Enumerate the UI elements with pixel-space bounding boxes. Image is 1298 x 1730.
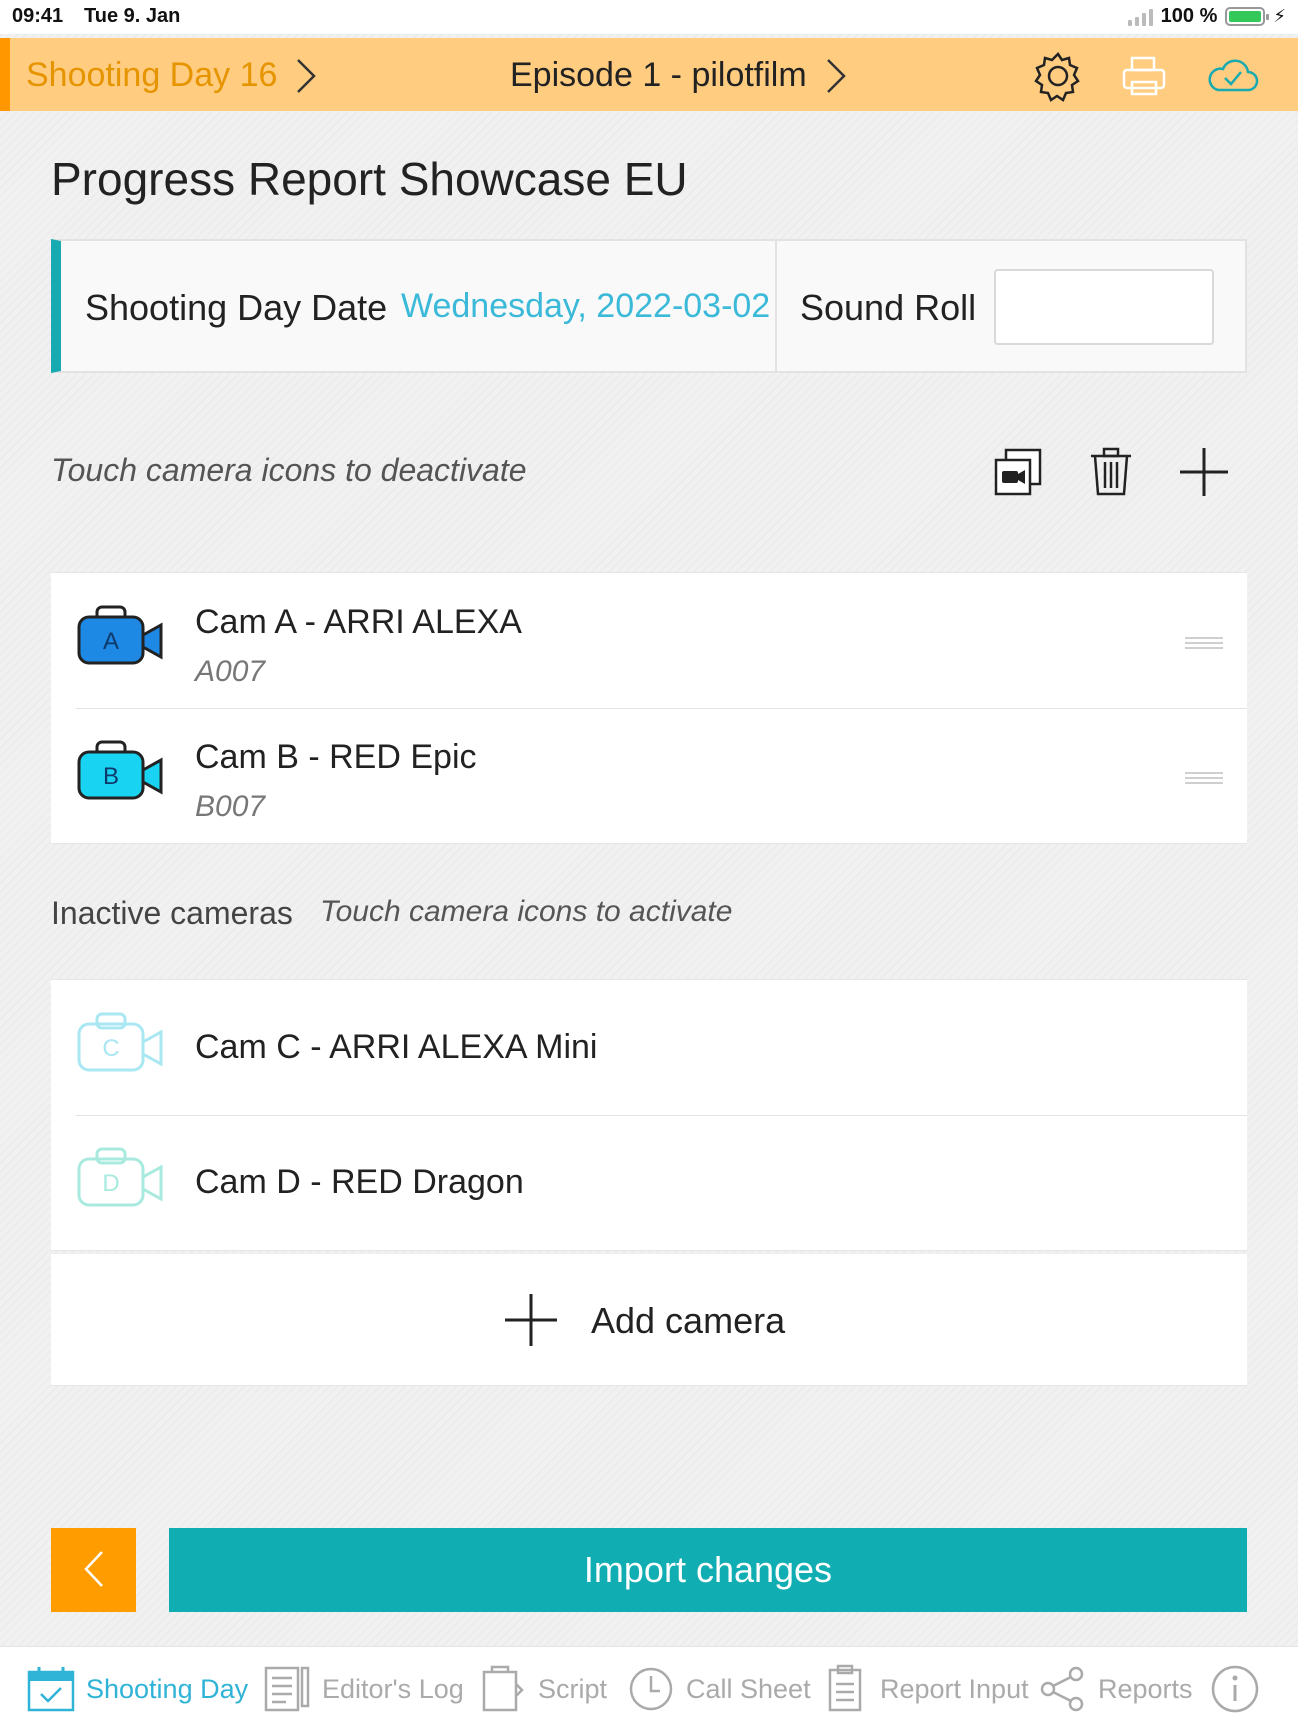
svg-text:A: A xyxy=(103,628,119,655)
status-bar: 09:41 Tue 9. Jan 100 % ⚡ xyxy=(0,0,1298,34)
tab-report-input[interactable]: Report Input xyxy=(820,1661,1029,1717)
back-button[interactable] xyxy=(51,1528,136,1612)
add-camera-button[interactable]: Add camera xyxy=(51,1254,1247,1386)
active-camera-list: A Cam A - ARRI ALEXA A007 B Cam B - RED … xyxy=(51,572,1247,844)
card-divider xyxy=(775,241,777,371)
notepad-icon xyxy=(264,1666,310,1712)
chevron-right-icon xyxy=(826,58,846,93)
printer-icon[interactable] xyxy=(1116,48,1172,104)
tab-label: Shooting Day xyxy=(86,1673,249,1704)
tab-label: Script xyxy=(538,1673,608,1704)
shooting-day-selector[interactable]: Shooting Day 16 xyxy=(26,56,317,95)
deactivate-hint: Touch camera icons to deactivate xyxy=(51,452,527,488)
camera-name: Cam B - RED Epic xyxy=(195,738,477,776)
tab-label: Reports xyxy=(1098,1673,1193,1704)
camera-d-icon[interactable]: D xyxy=(73,1145,169,1217)
signal-icon xyxy=(1127,8,1153,26)
svg-text:B: B xyxy=(103,763,119,790)
svg-text:D: D xyxy=(102,1170,119,1197)
tab-editors-log[interactable]: Editor's Log xyxy=(262,1661,464,1717)
inactive-cameras-label: Inactive cameras xyxy=(51,895,293,931)
page-title: Progress Report Showcase EU xyxy=(51,153,688,205)
tab-bar: Shooting Day Editor's Log Script Call Sh… xyxy=(0,1646,1298,1730)
svg-text:C: C xyxy=(102,1035,119,1062)
battery-icon xyxy=(1225,7,1270,26)
sound-roll-label: Sound Roll xyxy=(800,287,977,328)
drag-handle-icon[interactable] xyxy=(1185,637,1223,649)
tab-info[interactable] xyxy=(1210,1661,1260,1717)
inactive-camera-list: C Cam C - ARRI ALEXA Mini D Cam D - RED … xyxy=(51,979,1247,1251)
copy-camera-icon[interactable] xyxy=(990,444,1046,500)
chevron-left-icon xyxy=(83,1550,103,1587)
camera-name: Cam D - RED Dragon xyxy=(195,1163,524,1201)
calendar-check-icon xyxy=(27,1667,75,1712)
tab-script[interactable]: Script xyxy=(478,1661,607,1717)
tab-label: Editor's Log xyxy=(322,1673,464,1704)
camera-roll: B007 xyxy=(195,790,266,823)
shooting-day-label: Shooting Day 16 xyxy=(26,56,278,94)
clock-icon xyxy=(629,1667,673,1711)
script-icon xyxy=(482,1665,524,1712)
tab-label: Call Sheet xyxy=(686,1673,811,1704)
camera-c-icon[interactable]: C xyxy=(73,1010,169,1082)
list-item[interactable]: B Cam B - RED Epic B007 xyxy=(51,708,1247,843)
clipboard-icon xyxy=(828,1664,862,1712)
drag-handle-icon[interactable] xyxy=(1185,772,1223,784)
episode-selector[interactable]: Episode 1 - pilotfilm xyxy=(510,56,847,95)
trash-icon[interactable] xyxy=(1083,444,1139,500)
import-changes-button[interactable]: Import changes xyxy=(169,1528,1247,1612)
tab-label: Report Input xyxy=(880,1673,1029,1704)
header-bar: Shooting Day 16 Episode 1 - pilotfilm xyxy=(0,38,1298,111)
tab-shooting-day[interactable]: Shooting Day xyxy=(26,1661,248,1717)
tab-call-sheet[interactable]: Call Sheet xyxy=(626,1661,811,1717)
status-time: 09:41 xyxy=(12,5,64,27)
charging-icon: ⚡ xyxy=(1273,6,1286,26)
shooting-day-date-card: Shooting Day Date Wednesday, 2022-03-02 … xyxy=(51,239,1247,373)
cloud-check-icon[interactable] xyxy=(1204,48,1260,104)
episode-label: Episode 1 - pilotfilm xyxy=(510,56,807,94)
status-right: 100 % ⚡ xyxy=(1127,5,1286,28)
list-item[interactable]: A Cam A - ARRI ALEXA A007 xyxy=(51,573,1247,708)
battery-percent: 100 % xyxy=(1160,5,1218,27)
camera-a-icon[interactable]: A xyxy=(73,603,169,675)
shooting-day-date-label: Shooting Day Date xyxy=(85,287,388,328)
tab-reports[interactable]: Reports xyxy=(1038,1661,1193,1717)
status-date: Tue 9. Jan xyxy=(84,5,181,27)
camera-roll: A007 xyxy=(195,655,266,688)
info-icon xyxy=(1211,1665,1259,1713)
camera-name: Cam C - ARRI ALEXA Mini xyxy=(195,1028,598,1066)
add-camera-plus-icon[interactable] xyxy=(1176,444,1232,500)
plus-icon xyxy=(505,1294,557,1346)
camera-b-icon[interactable]: B xyxy=(73,738,169,810)
gear-icon[interactable] xyxy=(1030,48,1086,104)
sound-roll-input[interactable] xyxy=(994,269,1214,345)
chevron-right-icon xyxy=(297,58,317,93)
list-item[interactable]: D Cam D - RED Dragon xyxy=(51,1115,1247,1250)
shooting-day-date-value[interactable]: Wednesday, 2022-03-02 xyxy=(401,287,770,326)
list-item[interactable]: C Cam C - ARRI ALEXA Mini xyxy=(51,980,1247,1115)
camera-name: Cam A - ARRI ALEXA xyxy=(195,603,522,641)
add-camera-label: Add camera xyxy=(591,1300,786,1341)
activate-hint: Touch camera icons to activate xyxy=(320,895,733,928)
share-icon xyxy=(1040,1666,1084,1712)
